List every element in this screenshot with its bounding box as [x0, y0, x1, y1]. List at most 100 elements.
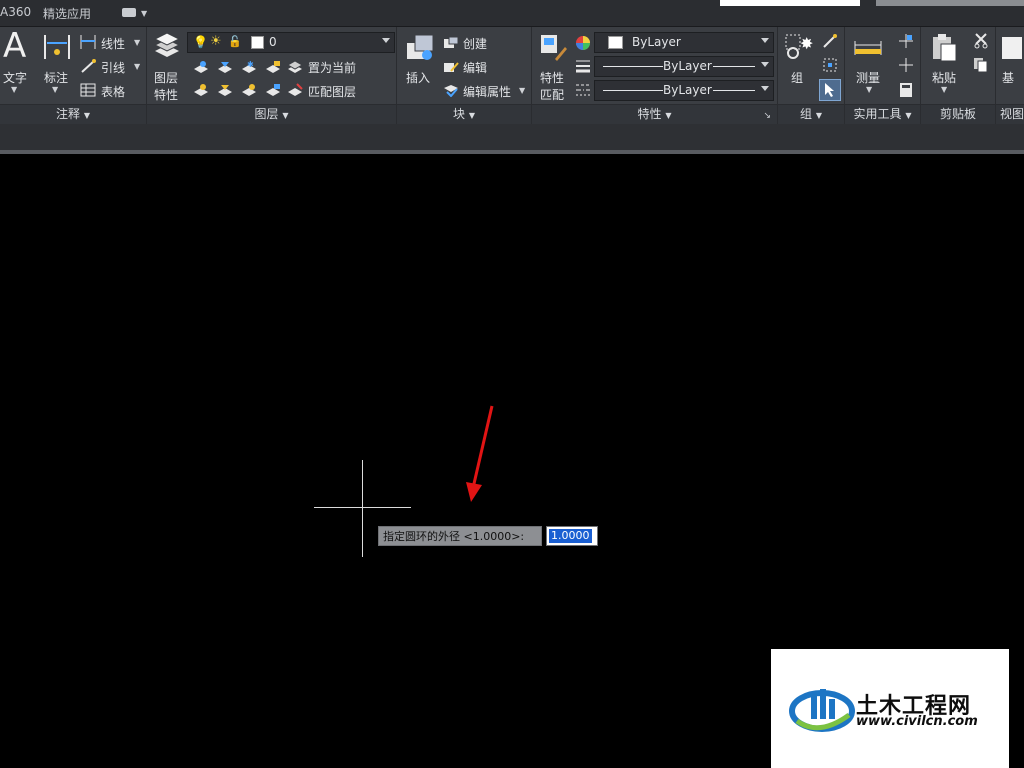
lineweight-value: ByLayer	[663, 59, 712, 73]
layer-dropdown[interactable]: 💡 ☀ 🔓 0	[187, 32, 395, 53]
panel-title-label: 实用工具	[853, 107, 902, 121]
set-current-label[interactable]: 置为当前	[308, 59, 356, 76]
group-icon: ✸	[785, 34, 813, 59]
panel-title-label: 组	[800, 107, 813, 121]
set-current-icon[interactable]	[287, 59, 303, 74]
title-search-field[interactable]	[720, 0, 860, 6]
color-value: ByLayer	[632, 35, 681, 49]
chevron-down-icon[interactable]: ▼	[141, 9, 147, 18]
lineweight-sample-right	[713, 66, 755, 67]
chevron-down-icon[interactable]: ▼	[519, 86, 525, 95]
measure-label: 测量	[856, 71, 881, 85]
panel-clipboard: 粘贴 ▼ 剪贴板	[921, 27, 996, 124]
panel-utilities: 测量 ▼ 实用工具 ▼	[845, 27, 921, 124]
linetype-value: ByLayer	[663, 83, 712, 97]
panel-title-layers[interactable]: 图层 ▼	[147, 104, 396, 124]
layer-unlock-icon[interactable]	[265, 83, 281, 97]
chevron-down-icon	[761, 86, 769, 91]
panel-launcher-icon[interactable]: ↘	[763, 111, 771, 121]
panel-title-annotation[interactable]: 注释 ▼	[0, 104, 146, 124]
lineweight-dropdown[interactable]: ByLayer	[594, 56, 774, 77]
id-point-icon[interactable]	[898, 57, 914, 73]
paste-label: 粘贴	[932, 71, 957, 85]
layer-lock-icon[interactable]	[265, 60, 281, 74]
base-view-label: 基	[1002, 71, 1015, 85]
panel-group: ✸ 组 组 ▼	[778, 27, 845, 124]
linetype-dropdown[interactable]: ByLayer	[594, 80, 774, 101]
layer-thaw-icon[interactable]	[241, 83, 257, 97]
edit-block-icon[interactable]	[443, 60, 459, 73]
edit-attributes-label[interactable]: 编辑属性	[463, 83, 511, 100]
dynamic-input-value: 1.0000	[549, 529, 592, 543]
chevron-down-icon: ▼	[941, 85, 948, 94]
match-layer-label[interactable]: 匹配图层	[308, 83, 356, 100]
panel-title-group[interactable]: 组 ▼	[778, 104, 844, 124]
layer-off-icon[interactable]	[193, 60, 209, 74]
current-layer-value: 0	[269, 35, 277, 49]
tab-overflow-toggle-icon[interactable]	[122, 8, 136, 17]
linetype-sample	[603, 90, 663, 91]
create-block-label[interactable]: 创建	[463, 35, 487, 52]
layer-freeze-icon[interactable]: ✱	[241, 60, 257, 74]
drawing-tabs-bar	[0, 124, 1024, 150]
chevron-down-icon: ▼	[11, 85, 18, 94]
tab-featured-apps[interactable]: 精选应用	[43, 5, 91, 22]
chevron-down-icon: ▼	[52, 85, 59, 94]
panel-title-properties[interactable]: 特性 ▼	[532, 104, 777, 124]
panel-title-view[interactable]: 视图	[996, 104, 1024, 124]
match-properties-label-2: 匹配	[540, 88, 565, 102]
svg-text:✱: ✱	[247, 60, 254, 69]
dynamic-input-prompt: 指定圆环的外径 <1.0000>:	[378, 526, 542, 546]
table-label: 表格	[101, 85, 126, 99]
panel-title-block[interactable]: 块 ▼	[397, 104, 531, 124]
linear-dimension-label: 线性	[101, 37, 126, 51]
cut-icon[interactable]	[973, 33, 989, 49]
group-edit-icon[interactable]	[822, 57, 838, 73]
red-arrow-icon	[466, 405, 494, 502]
match-layer-icon[interactable]	[287, 82, 303, 97]
cursor-select-icon	[825, 83, 834, 97]
panel-block: 插入 创建 编辑 编辑属性 ▼ 块 ▼	[397, 27, 532, 124]
crosshair-vertical	[362, 460, 363, 557]
tab-a360[interactable]: A360	[0, 5, 31, 19]
title-bar-control[interactable]	[876, 0, 1024, 6]
lineweight-icon	[576, 60, 590, 73]
text-button-label: 文字	[3, 71, 28, 85]
panel-view: 基 视图	[996, 27, 1024, 124]
paste-icon	[933, 34, 957, 62]
lineweight-sample	[603, 66, 663, 67]
copy-icon[interactable]	[973, 57, 989, 73]
panel-title-label: 注释	[56, 107, 81, 121]
ungroup-icon[interactable]	[822, 33, 838, 49]
dimension-icon	[44, 35, 70, 59]
dynamic-input-field[interactable]: 1.0000	[546, 526, 598, 546]
unlock-icon[interactable]: 🔓	[228, 35, 242, 48]
leader-icon	[81, 59, 96, 73]
edit-attributes-icon[interactable]	[443, 84, 459, 97]
svg-text:✸: ✸	[800, 34, 813, 53]
linetype-icon	[576, 84, 590, 96]
chevron-down-icon: ▼	[866, 85, 873, 94]
panel-title-clipboard[interactable]: 剪贴板	[921, 104, 995, 124]
linear-dimension-icon	[80, 35, 96, 49]
edit-block-label[interactable]: 编辑	[463, 59, 487, 76]
panel-title-utilities[interactable]: 实用工具 ▼	[845, 104, 920, 124]
measure-icon	[854, 41, 882, 55]
create-block-icon[interactable]	[443, 36, 459, 49]
lightbulb-icon[interactable]: 💡	[193, 35, 208, 49]
panel-annotation: A 文字 ▼ 标注 ▼ 线性 ▼ 引线 ▼ 表格 注释 ▼	[0, 27, 147, 124]
color-swatch	[608, 36, 623, 49]
panel-title-label: 块	[453, 107, 466, 121]
sun-icon[interactable]: ☀	[210, 34, 222, 49]
layer-properties-label-2: 特性	[154, 88, 179, 102]
layer-properties-label-1: 图层	[154, 71, 179, 85]
dimension-button-label: 标注	[44, 71, 69, 85]
calculator-icon[interactable]	[899, 82, 913, 98]
color-dropdown[interactable]: ByLayer	[594, 32, 774, 53]
group-selection-toggle[interactable]	[819, 79, 841, 101]
layer-on-icon[interactable]	[193, 83, 209, 97]
match-properties-icon	[541, 35, 567, 61]
quick-select-icon[interactable]	[898, 33, 914, 49]
layer-unisolate-icon[interactable]	[217, 83, 233, 97]
layer-isolate-icon[interactable]	[217, 60, 233, 74]
